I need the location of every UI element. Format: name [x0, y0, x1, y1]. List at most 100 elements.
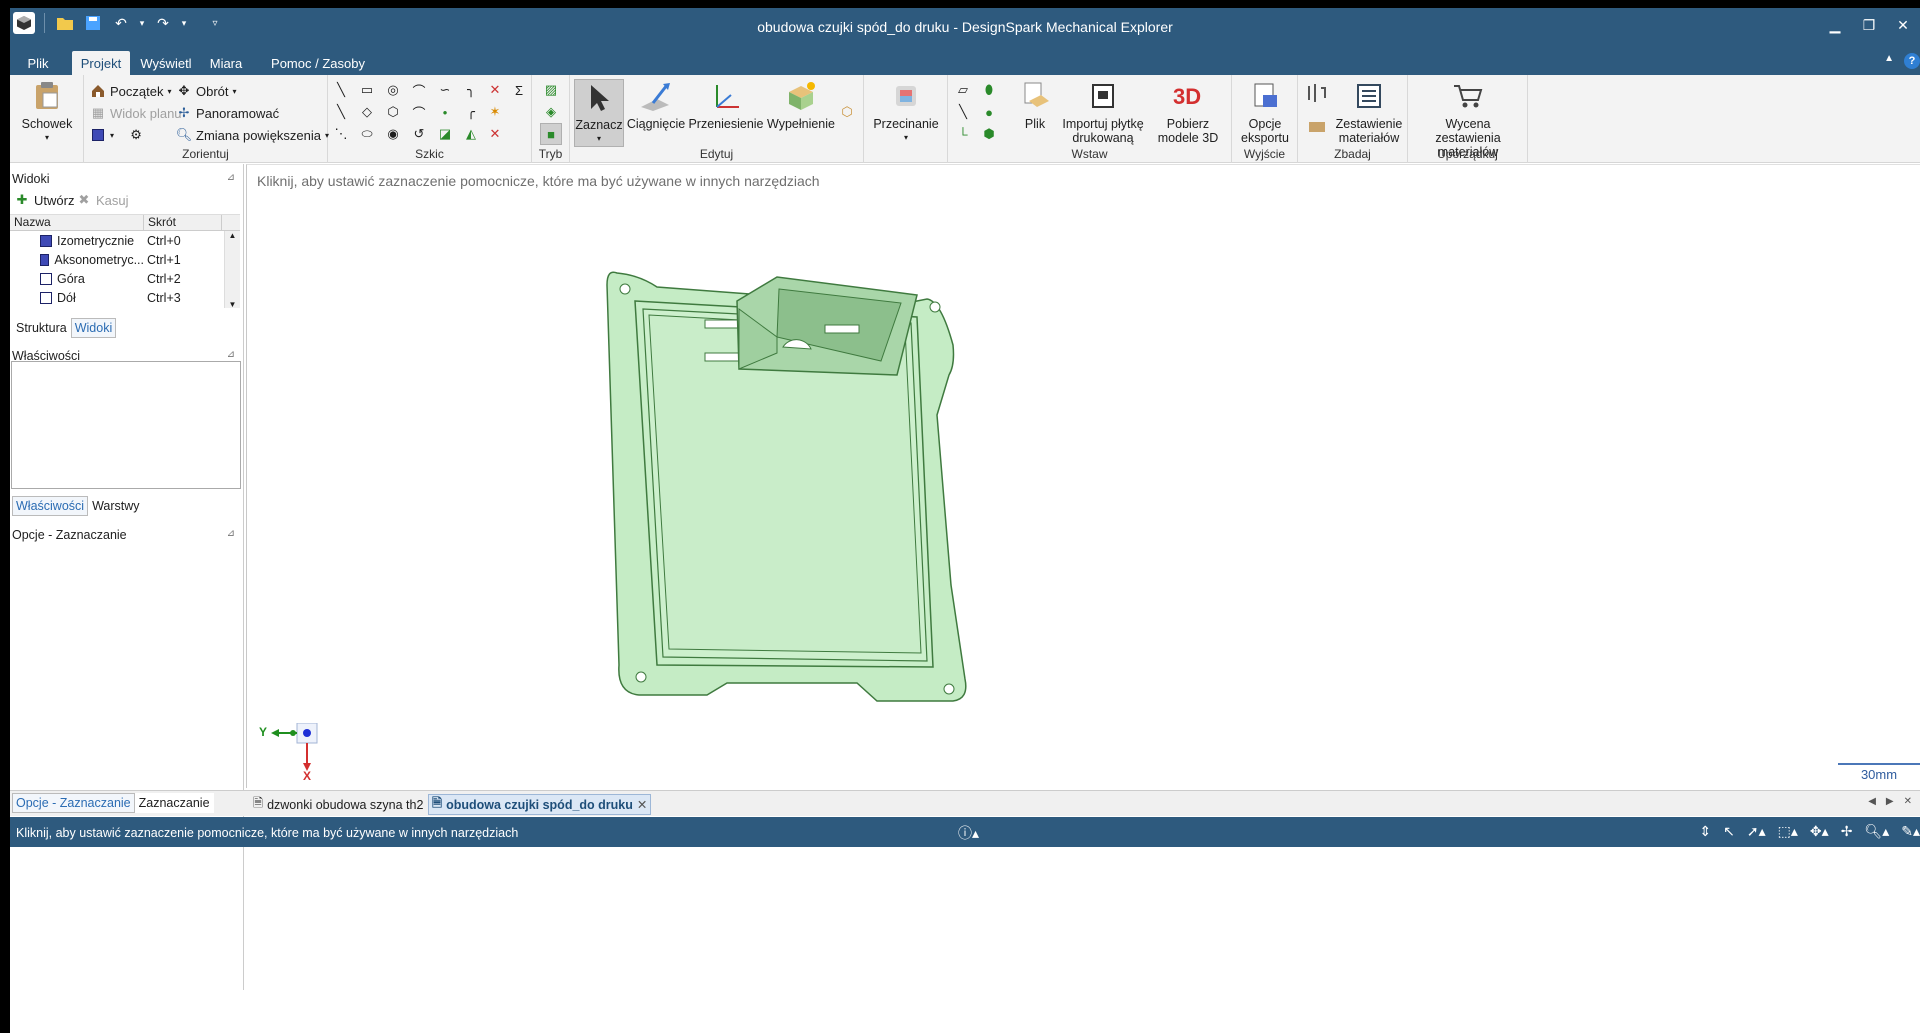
solid-body-icon[interactable]: ⬡ — [838, 103, 856, 121]
orient-icon[interactable]: ✥▴ — [1810, 823, 1829, 840]
sketch-mode-icon[interactable]: ▨ — [542, 81, 560, 99]
clipboard-button[interactable]: Schowek ▾ — [14, 79, 80, 145]
tab-opcje-zaznaczanie[interactable]: Opcje - Zaznaczanie — [12, 793, 135, 813]
tab-struktura[interactable]: Struktura — [12, 318, 71, 338]
sphere-icon[interactable]: ● — [980, 103, 998, 121]
3d-mode-icon[interactable]: ■ — [540, 123, 562, 145]
tab-wlasciwosci[interactable]: Właściwości — [12, 496, 89, 516]
cylinder-icon[interactable]: ⬮ — [980, 81, 998, 99]
plan-view-button[interactable]: ▦ Widok planu — [90, 105, 182, 121]
download-3d-button[interactable]: 3D Pobierz modele 3D — [1146, 79, 1230, 145]
intersect-button[interactable]: Przecinanie ▾ — [870, 79, 942, 145]
column-nazwa[interactable]: Nazwa — [10, 215, 144, 230]
restore-icon[interactable]: ❐ — [1852, 12, 1886, 38]
bom-button[interactable]: Zestawienie materiałów — [1334, 79, 1404, 145]
collapse-ribbon-icon[interactable]: ▲ — [1884, 53, 1894, 69]
doc-tab-active[interactable]: 🗎︎ obudowa czujki spód_do druku ✕ — [428, 794, 652, 815]
views-scrollbar[interactable]: ▲ ▼ — [224, 231, 240, 308]
point-tool-icon[interactable]: • — [436, 103, 454, 121]
tab-warstwy[interactable]: Warstwy — [88, 496, 144, 516]
three-point-circle-icon[interactable]: ◉ — [384, 125, 402, 143]
3d-viewport[interactable]: Kliknij, aby ustawić zaznaczenie pomocni… — [246, 164, 1920, 788]
ellipse-tool-icon[interactable]: ⬭ — [358, 125, 376, 143]
move-button[interactable]: Przeniesienie — [688, 79, 764, 131]
group-wstaw: ▱ ╲ └ ⬮ ● ⬢ Plik Importuj płytkę drukowa… — [948, 75, 1232, 163]
spline-tool-icon[interactable]: ∽ — [436, 81, 454, 99]
column-skrot[interactable]: Skrót — [144, 215, 222, 230]
select-mode-icon[interactable]: ➚▴ — [1747, 823, 1766, 840]
zoom-status-icon[interactable]: 🔍︎▴ — [1864, 823, 1889, 840]
section-mode-icon[interactable]: ◈ — [542, 103, 560, 121]
tab-projekt[interactable]: Projekt — [72, 51, 130, 75]
close-document-icon[interactable]: ✕ — [1904, 796, 1912, 807]
tab-zaznaczanie[interactable]: Zaznaczanie — [134, 793, 214, 813]
view-row[interactable]: Izometrycznie Ctrl+0 — [10, 231, 240, 250]
mass-icon[interactable] — [1304, 113, 1330, 137]
plane-icon[interactable]: ▱ — [954, 81, 972, 99]
minimize-icon[interactable]: ▁ — [1818, 12, 1852, 38]
zoom-button[interactable]: 🔍︎ Zmiana powiększenia ▾ — [176, 127, 329, 143]
three-point-arc-icon[interactable]: ↺ — [410, 125, 428, 143]
split-tool-icon[interactable]: ✕ — [486, 125, 504, 143]
arc-tool-icon[interactable]: ⌒ — [410, 81, 428, 99]
tab-miara[interactable]: Miara — [206, 51, 246, 75]
scroll-tabs-left-icon[interactable]: ◀ — [1868, 796, 1876, 807]
close-tab-icon[interactable]: ✕ — [637, 797, 647, 812]
delete-view-button[interactable]: ✖ Kasuj — [76, 192, 129, 208]
insert-file-button[interactable]: Plik — [1010, 79, 1060, 131]
group-uporzadkuj: Wycena zestawienia materiałów Uporządkuj — [1408, 75, 1528, 163]
enclosure-model[interactable] — [597, 265, 977, 715]
close-icon[interactable]: ✕ — [1886, 12, 1920, 38]
view-row[interactable]: Góra Ctrl+2 — [10, 269, 240, 288]
tool-status-icon[interactable]: ✎▴ — [1901, 823, 1920, 840]
offset-tool-icon[interactable]: ╭ — [462, 103, 480, 121]
pan-button[interactable]: ✢ Panoramować — [176, 105, 280, 121]
spin-icon[interactable]: ⇕ — [1699, 823, 1711, 840]
home-button[interactable]: Początek ▾ — [90, 83, 172, 99]
doc-tab[interactable]: 🗎︎ dzwonki obudowa szyna th2 — [250, 794, 426, 815]
project-tool-icon[interactable]: ◪ — [436, 125, 454, 143]
tab-widoki[interactable]: Widoki — [70, 318, 117, 338]
construction-line-icon[interactable]: ⋱ — [332, 125, 350, 143]
rectangle-tool-icon[interactable]: ▭ — [358, 81, 376, 99]
pin-icon[interactable]: ⊿ — [227, 349, 235, 360]
fill-button[interactable]: Wypełnienie — [766, 79, 836, 131]
extend-tool-icon[interactable]: ✶ — [486, 103, 504, 121]
origin-icon[interactable]: └ — [954, 125, 972, 143]
three-point-rect-icon[interactable]: ◇ — [358, 103, 376, 121]
intersect-icon — [889, 79, 923, 113]
pull-button[interactable]: Ciągnięcie — [626, 79, 686, 131]
pin-icon[interactable]: ⊿ — [227, 172, 235, 183]
tab-pomoc[interactable]: Pomoc / Zasoby — [262, 51, 374, 75]
pin-icon[interactable]: ⊿ — [227, 528, 235, 539]
axis-icon[interactable]: ╲ — [954, 103, 972, 121]
info-icon[interactable]: ⓘ▴ — [958, 823, 979, 843]
import-pcb-button[interactable]: Importuj płytkę drukowaną — [1060, 79, 1146, 145]
sweep-arc-icon[interactable]: ⌒ — [410, 103, 428, 121]
view-row[interactable]: Dół Ctrl+3 — [10, 288, 240, 307]
circle-tool-icon[interactable]: ◎ — [384, 81, 402, 99]
sigma-tool-icon[interactable]: Σ — [510, 81, 528, 99]
tangent-line-icon[interactable]: ╲ — [332, 103, 350, 121]
line-tool-icon[interactable]: ╲ — [332, 81, 350, 99]
select-cursor-icon[interactable]: ↖ — [1723, 823, 1735, 840]
select-button[interactable]: Zaznacz ▾ — [574, 79, 624, 147]
bend-tool-icon[interactable]: ◭ — [462, 125, 480, 143]
box-select-icon[interactable]: ⬚▴ — [1778, 823, 1798, 840]
rotate-button[interactable]: ✥ Obrót ▾ — [176, 83, 237, 99]
trim-tool-icon[interactable]: ✕ — [486, 81, 504, 99]
help-icon[interactable]: ? — [1904, 53, 1920, 69]
pan-status-icon[interactable]: ✢ — [1841, 823, 1853, 840]
tab-plik[interactable]: Plik — [16, 51, 60, 75]
scroll-tabs-right-icon[interactable]: ▶ — [1886, 796, 1894, 807]
measure-icon[interactable] — [1304, 81, 1330, 105]
view-cube-button[interactable]: ▾ ⚙ — [90, 127, 144, 143]
export-options-button[interactable]: Opcje eksportu — [1236, 79, 1294, 145]
create-view-button[interactable]: ✚ Utwórz — [14, 192, 75, 208]
shell-icon[interactable]: ⬢ — [980, 125, 998, 143]
view-row[interactable]: Aksonometryc... Ctrl+1 — [10, 250, 240, 269]
tab-wyswietl[interactable]: Wyświetl — [138, 51, 194, 75]
document-icon: 🗎︎ — [253, 796, 264, 810]
fillet-tool-icon[interactable]: ╮ — [462, 81, 480, 99]
polygon-tool-icon[interactable]: ⬡ — [384, 103, 402, 121]
